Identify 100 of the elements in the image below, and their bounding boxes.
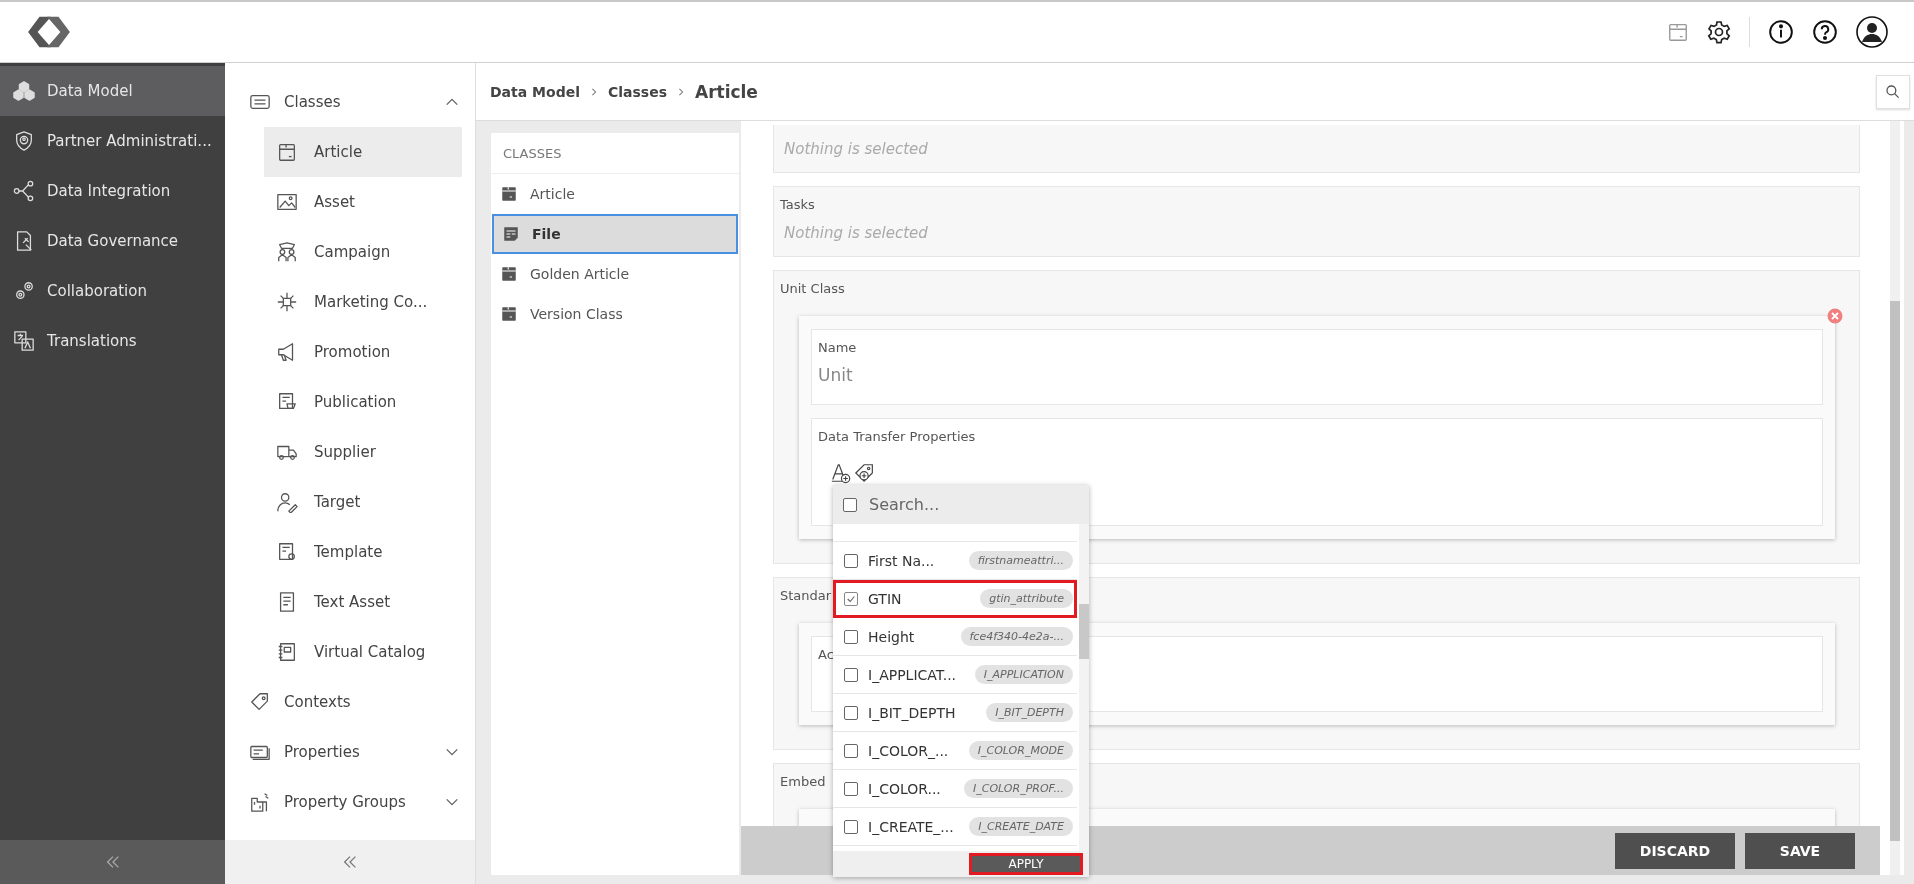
class-item[interactable]: Version Class	[492, 294, 738, 334]
option-label: First Na...	[868, 552, 936, 569]
attribute-tag: fce4f340-4e2a-...	[960, 627, 1073, 646]
option-item[interactable]: I_APPLICAT... I_APPLICATION	[833, 656, 1077, 694]
section-label: Embed	[780, 774, 826, 789]
add-attribute-icon[interactable]	[830, 462, 852, 484]
subnav-item[interactable]: Target	[264, 477, 462, 527]
catalog-icon	[276, 641, 298, 663]
cubes-icon	[13, 80, 35, 102]
chevron-icon	[676, 87, 685, 96]
add-tag-icon[interactable]	[854, 462, 876, 484]
box-icon[interactable]	[1667, 21, 1689, 43]
nav-item[interactable]: Data Governance	[0, 216, 225, 266]
field-label: Name	[818, 340, 858, 355]
chevron-icon	[589, 87, 598, 96]
scrollbar[interactable]	[1890, 121, 1900, 875]
box-icon	[500, 185, 518, 203]
search-icon	[1885, 83, 1901, 100]
subnav-item[interactable]: Publication	[264, 377, 462, 427]
subnav-item[interactable]: Article	[264, 127, 462, 177]
contexts-tag-icon	[249, 691, 271, 713]
subnav-item[interactable]: Property Groups	[249, 777, 475, 827]
nav-item[interactable]: Data Integration	[0, 166, 225, 216]
hub-icon	[276, 291, 298, 313]
share-nodes-icon	[13, 180, 35, 202]
subnav-item[interactable]: Asset	[264, 177, 462, 227]
search-field[interactable]: Search...	[833, 485, 1089, 524]
nav-item[interactable]: Collaboration	[0, 266, 225, 316]
subnav-item[interactable]: Marketing Co...	[264, 277, 462, 327]
form-field[interactable]: Name Unit	[811, 329, 1823, 405]
option-item[interactable]: First Na... firstnameattri...	[833, 542, 1077, 580]
checkbox[interactable]	[844, 553, 858, 568]
checkbox[interactable]	[844, 591, 858, 606]
section-label: Unit Class	[780, 281, 845, 296]
breadcrumb-item: Article	[694, 81, 758, 102]
option-item[interactable]: I_COLOR_... I_COLOR_MODE	[833, 732, 1077, 770]
checkbox[interactable]	[844, 819, 858, 834]
subnav-item[interactable]: Virtual Catalog	[264, 627, 462, 677]
search-button[interactable]	[1876, 74, 1910, 109]
option-label: I_APPLICAT...	[868, 666, 958, 683]
help-icon[interactable]	[1812, 19, 1838, 45]
apply-button[interactable]: APPLY	[969, 853, 1083, 875]
panel-heading: CLASSES	[491, 133, 739, 174]
checkbox[interactable]	[844, 705, 858, 720]
subnav-item[interactable]: Properties	[249, 727, 475, 777]
attribute-tag: I_COLOR_MODE	[968, 741, 1073, 760]
user-avatar-icon[interactable]	[1856, 16, 1888, 48]
option-item[interactable]: I_CREATE_... I_CREATE_DATE	[833, 808, 1077, 846]
person-pencil-icon	[276, 491, 298, 513]
class-item[interactable]: Golden Article	[492, 254, 738, 294]
breadcrumb-item[interactable]: Classes	[607, 83, 667, 100]
option-item[interactable]: GTIN gtin_attribute	[833, 580, 1077, 618]
file-form-icon	[502, 225, 520, 243]
info-icon[interactable]	[1768, 19, 1794, 45]
subnav-item[interactable]: Classes	[249, 77, 475, 127]
checkbox[interactable]	[844, 629, 858, 644]
option-label: GTIN	[868, 590, 903, 607]
field-label: Ac	[818, 647, 835, 662]
option-item[interactable]: I_BIT_DEPTH I_BIT_DEPTH	[833, 694, 1077, 732]
subnav-item[interactable]: Supplier	[264, 427, 462, 477]
checkbox[interactable]	[844, 743, 858, 758]
translate-icon	[13, 330, 35, 352]
nav-item[interactable]: Translations	[0, 316, 225, 366]
subnav-item[interactable]: Contexts	[249, 677, 475, 727]
attribute-tag: I_CREATE_DATE	[969, 817, 1073, 836]
subnav-item[interactable]: Template	[264, 527, 462, 577]
checkbox[interactable]	[844, 667, 858, 682]
attribute-tag: firstnameattri...	[968, 551, 1073, 570]
check-icon	[846, 593, 856, 604]
nav-item[interactable]: Partner Administrati...	[0, 116, 225, 166]
option-label: I_CREATE_...	[868, 818, 955, 835]
remove-icon[interactable]	[1827, 308, 1843, 324]
attribute-tag: I_BIT_DEPTH	[986, 703, 1073, 722]
attribute-tag: gtin_attribute	[980, 589, 1073, 608]
template-gear-icon	[276, 541, 298, 563]
option-item[interactable]: I_COLOR... I_COLOR_PROF...	[833, 770, 1077, 808]
checkbox[interactable]	[843, 497, 857, 512]
box-icon	[276, 141, 298, 163]
subnav-item[interactable]: Campaign	[264, 227, 462, 277]
nav-item[interactable]: Data Model	[0, 66, 225, 116]
option-label: I_COLOR...	[868, 780, 942, 797]
box-icon	[500, 265, 518, 283]
action-button[interactable]: DISCARD	[1615, 832, 1735, 869]
class-item[interactable]: File	[492, 214, 738, 254]
section-label: Standar	[780, 588, 832, 603]
option-label: I_COLOR_...	[868, 742, 950, 759]
checkbox[interactable]	[844, 781, 858, 796]
image-icon	[276, 191, 298, 213]
attribute-tag: I_COLOR_PROF...	[964, 779, 1073, 798]
settings-icon[interactable]	[1707, 20, 1731, 44]
subnav-item[interactable]: Text Asset	[264, 577, 462, 627]
section-label: Tasks	[780, 197, 815, 212]
field-label: Data Transfer Properties	[818, 429, 977, 444]
action-button[interactable]: SAVE	[1745, 832, 1855, 869]
class-item[interactable]: Article	[492, 174, 738, 214]
scrollbar[interactable]	[1079, 524, 1089, 851]
subnav-item[interactable]: Promotion	[264, 327, 462, 377]
option-item[interactable]: Height fce4f340-4e2a-...	[833, 618, 1077, 656]
breadcrumb-item[interactable]: Data Model	[490, 83, 580, 100]
box-icon	[500, 305, 518, 323]
